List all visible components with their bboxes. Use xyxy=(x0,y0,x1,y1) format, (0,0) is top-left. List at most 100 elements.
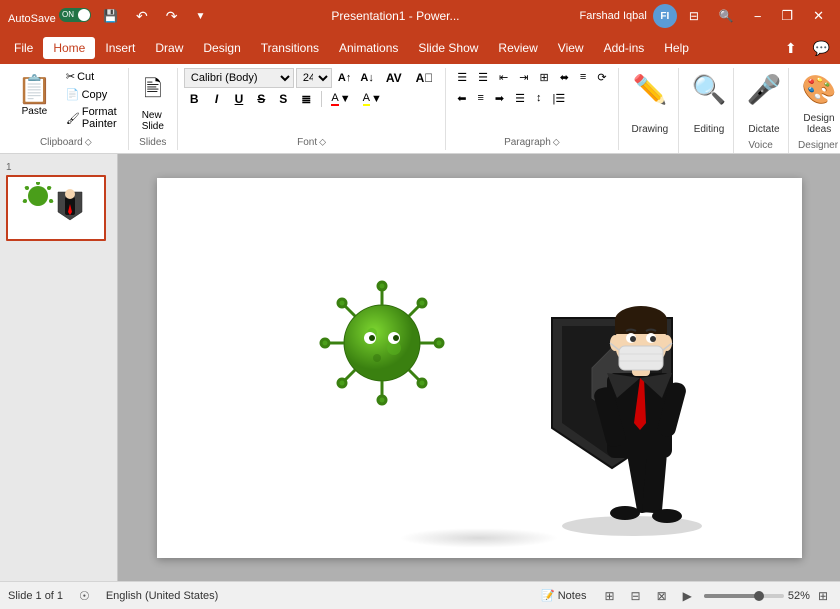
format-painter-button[interactable]: 🖌 Format Painter xyxy=(61,104,122,132)
increase-indent-button[interactable]: ⇥ xyxy=(514,68,533,87)
canvas-area[interactable] xyxy=(118,154,840,581)
reading-view-button[interactable]: ⊠ xyxy=(653,587,671,605)
decrease-indent-button[interactable]: ⇤ xyxy=(494,68,513,87)
decrease-font-button[interactable]: A↓ xyxy=(356,70,377,86)
bullet-list-button[interactable]: ☰ xyxy=(452,68,472,87)
new-slide-button[interactable]: 🖹 New Slide xyxy=(135,68,171,136)
increase-font-button[interactable]: A↑ xyxy=(334,70,355,86)
slide-sorter-button[interactable]: ⊟ xyxy=(627,587,645,605)
line-spacing-button[interactable]: ↕ xyxy=(531,89,547,108)
dictate-button[interactable]: 🎤 Dictate xyxy=(740,68,789,140)
number-list-button[interactable]: ☰ xyxy=(473,68,493,87)
menu-item-view[interactable]: View xyxy=(548,37,594,59)
cut-button[interactable]: ✂ Cut xyxy=(61,68,122,85)
designer-button[interactable]: 🎨 Design Ideas xyxy=(795,68,840,140)
char-spacing-button[interactable]: AV xyxy=(380,69,408,87)
font-format-row: B I U S S ≣ A ▼ A ▼ xyxy=(184,90,439,108)
ribbon-display-button[interactable]: ⊟ xyxy=(681,7,707,25)
toggle-knob xyxy=(78,9,90,21)
menu-item-file[interactable]: File xyxy=(4,37,43,59)
menu-item-addins[interactable]: Add-ins xyxy=(594,37,655,59)
paste-button[interactable]: 📋 Paste xyxy=(10,68,59,132)
zoom-slider[interactable] xyxy=(704,594,784,598)
highlight-dropdown[interactable]: ▼ xyxy=(371,93,382,105)
font-color-button[interactable]: A ▼ xyxy=(326,90,355,108)
text-direction-button[interactable]: ⬌ xyxy=(555,68,574,87)
italic-button[interactable]: I xyxy=(207,90,227,108)
paste-label: Paste xyxy=(22,106,48,117)
underline-button[interactable]: U xyxy=(229,90,250,108)
menu-item-slideshow[interactable]: Slide Show xyxy=(408,37,488,59)
comments-button[interactable]: 💬 xyxy=(807,37,836,60)
ribbon: 📋 Paste ✂ Cut 📄 Copy 🖌 Format Painter xyxy=(0,64,840,154)
menu-item-transitions[interactable]: Transitions xyxy=(251,37,329,59)
columns-button[interactable]: ⊞ xyxy=(534,68,553,87)
paragraph-expand-icon[interactable]: ⬦ xyxy=(553,137,560,148)
clear-formatting-button[interactable]: A⃝ xyxy=(410,69,440,87)
slideshow-view-button[interactable]: ▶ xyxy=(679,587,696,605)
font-controls: Calibri (Body) 24 A↑ A↓ AV A⃝ B I U S S … xyxy=(184,68,439,137)
menu-item-draw[interactable]: Draw xyxy=(145,37,193,59)
slide-thumb-image xyxy=(13,180,99,236)
editing-button[interactable]: 🔍 Editing xyxy=(685,68,734,140)
slide-number-1: 1 xyxy=(6,162,111,173)
font-color-icon: A xyxy=(331,92,338,106)
quick-access-dropdown[interactable]: ▼ xyxy=(189,9,211,24)
align-text-button[interactable]: ≡ xyxy=(575,68,591,87)
share-button[interactable]: ⬆ xyxy=(779,37,803,60)
person-element xyxy=(522,258,722,538)
align-center-button[interactable]: ≡ xyxy=(473,89,489,108)
toggle-on-label: ON xyxy=(62,10,74,19)
font-size-buttons: A↑ A↓ xyxy=(334,70,378,86)
search-button[interactable]: 🔍 xyxy=(711,7,742,25)
menu-item-review[interactable]: Review xyxy=(488,37,547,59)
designer-icon: 🎨 xyxy=(802,73,837,106)
zoom-fit-button[interactable]: ⊞ xyxy=(814,587,832,605)
menu-item-design[interactable]: Design xyxy=(193,37,250,59)
clipboard-group-label: Clipboard ⬦ xyxy=(10,137,122,150)
drawing-button[interactable]: ✏️ Drawing xyxy=(625,68,676,140)
justify-button[interactable]: ☰ xyxy=(510,89,530,108)
undo-button[interactable]: ↶ xyxy=(130,6,154,27)
font-color-dropdown[interactable]: ▼ xyxy=(340,93,351,105)
add-col-button[interactable]: |☰ xyxy=(548,89,571,108)
align-right-button[interactable]: ➡ xyxy=(490,89,509,108)
ribbon-group-slides: 🖹 New Slide Slides xyxy=(129,68,178,150)
copy-button[interactable]: 📄 Copy xyxy=(61,86,122,103)
slide-canvas[interactable] xyxy=(157,178,802,558)
save-button[interactable]: 💾 xyxy=(97,7,124,25)
slides-group-label: Slides xyxy=(135,137,171,150)
username: Farshad Iqbal xyxy=(580,10,647,22)
minimize-button[interactable]: − xyxy=(746,7,770,26)
slide-info: Slide 1 of 1 xyxy=(8,590,63,602)
bold-button[interactable]: B xyxy=(184,90,205,108)
accessibility-button[interactable]: ☉ xyxy=(75,587,94,605)
char-spacing-btn2[interactable]: ≣ xyxy=(295,90,317,108)
strikethrough-button[interactable]: S xyxy=(251,90,271,108)
designer-buttons: 🎨 Design Ideas xyxy=(795,68,840,140)
restore-button[interactable]: ❐ xyxy=(773,6,801,26)
clipboard-expand-icon[interactable]: ⬦ xyxy=(85,137,92,148)
menu-item-home[interactable]: Home xyxy=(43,37,95,59)
menu-item-animations[interactable]: Animations xyxy=(329,37,408,59)
font-expand-icon[interactable]: ⬦ xyxy=(319,137,326,148)
font-divider xyxy=(321,91,322,107)
align-left-button[interactable]: ⬅ xyxy=(452,89,471,108)
font-name-select[interactable]: Calibri (Body) xyxy=(184,68,294,88)
font-size-select[interactable]: 24 xyxy=(296,68,332,88)
smart-art-button[interactable]: ⟳ xyxy=(592,68,611,87)
slide-thumbnail-1[interactable]: 1 xyxy=(6,162,111,241)
close-button[interactable]: ✕ xyxy=(805,6,832,26)
notes-button[interactable]: 📝 Notes xyxy=(535,587,592,604)
copy-icon: 📄 xyxy=(66,88,80,101)
text-shadow-button[interactable]: S xyxy=(273,90,293,108)
autosave-toggle[interactable]: ON xyxy=(59,8,91,22)
zoom-fill xyxy=(704,594,756,598)
redo-button[interactable]: ↷ xyxy=(160,6,184,27)
highlight-color-button[interactable]: A ▼ xyxy=(358,90,387,108)
menu-item-help[interactable]: Help xyxy=(654,37,699,59)
menu-item-insert[interactable]: Insert xyxy=(95,37,145,59)
dictate-icon: 🎤 xyxy=(747,73,782,106)
clipboard-buttons: 📋 Paste ✂ Cut 📄 Copy 🖌 Format Painter xyxy=(10,68,122,137)
normal-view-button[interactable]: ⊞ xyxy=(600,587,618,605)
